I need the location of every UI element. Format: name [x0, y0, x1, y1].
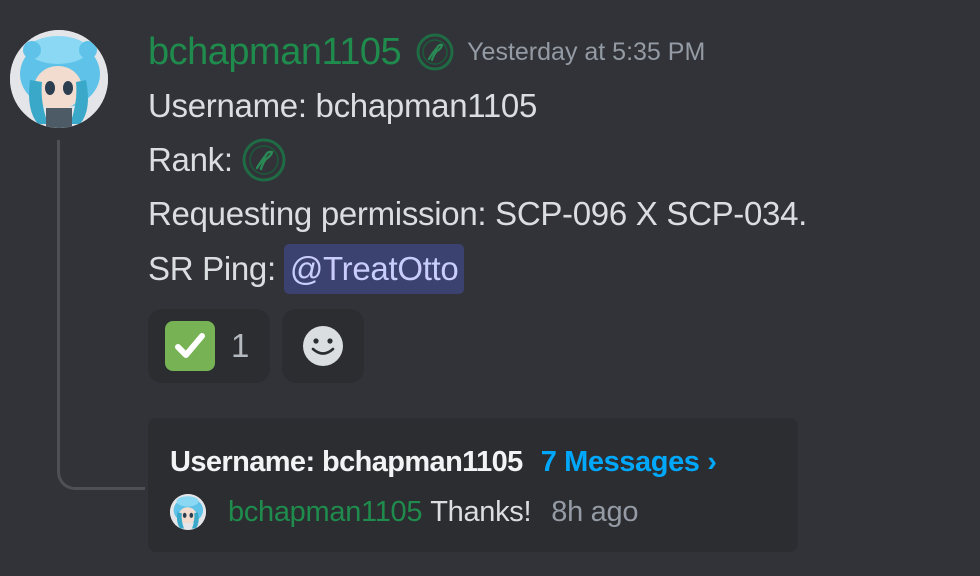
reaction-check[interactable]: 1: [148, 309, 270, 383]
add-reaction-icon: [303, 326, 343, 366]
thread-message-count-link[interactable]: 7 Messages ›: [541, 446, 717, 479]
user-avatar[interactable]: [10, 30, 108, 128]
user-mention[interactable]: @TreatOtto: [283, 244, 465, 294]
thread-last-message: bchapman1105 Thanks! 8h ago: [170, 490, 638, 534]
last-message-text: Thanks!: [430, 495, 532, 528]
thread-title-row: Username: bchapman1105 7 Messages ›: [170, 440, 717, 484]
ping-label: SR Ping:: [148, 250, 276, 287]
message-timestamp[interactable]: Yesterday at 5:35 PM: [467, 28, 705, 76]
thread-preview-card[interactable]: Username: bchapman1105 7 Messages › bcha…: [148, 418, 798, 552]
reaction-count: 1: [231, 327, 250, 364]
reactions-bar: 1: [148, 309, 364, 383]
message-line-username: Username: bchapman1105: [148, 87, 538, 124]
last-message-time: 8h ago: [551, 495, 639, 528]
message-header: bchapman1105 Yesterday at 5:35 PM: [148, 28, 705, 76]
message-line-rank: Rank:: [148, 136, 287, 184]
message-line-request: Requesting permission: SCP-096 X SCP-034…: [148, 195, 808, 232]
message-line-ping: SR Ping: @TreatOtto: [148, 244, 465, 294]
white-check-mark-icon: [165, 321, 215, 371]
last-message-author: bchapman1105: [228, 495, 423, 528]
thread-name[interactable]: Username: bchapman1105: [170, 446, 523, 479]
author-username[interactable]: bchapman1105: [148, 28, 402, 76]
last-message-avatar: [170, 494, 206, 530]
add-reaction-button[interactable]: [282, 309, 364, 383]
anime-avatar-icon: [10, 30, 108, 128]
message-container: bchapman1105 Yesterday at 5:35 PM Userna…: [0, 0, 980, 576]
rank-label: Rank:: [148, 141, 233, 178]
rank-badge-icon: [241, 137, 287, 183]
thread-connector-line: [57, 140, 145, 490]
role-badge-icon[interactable]: [415, 32, 455, 72]
